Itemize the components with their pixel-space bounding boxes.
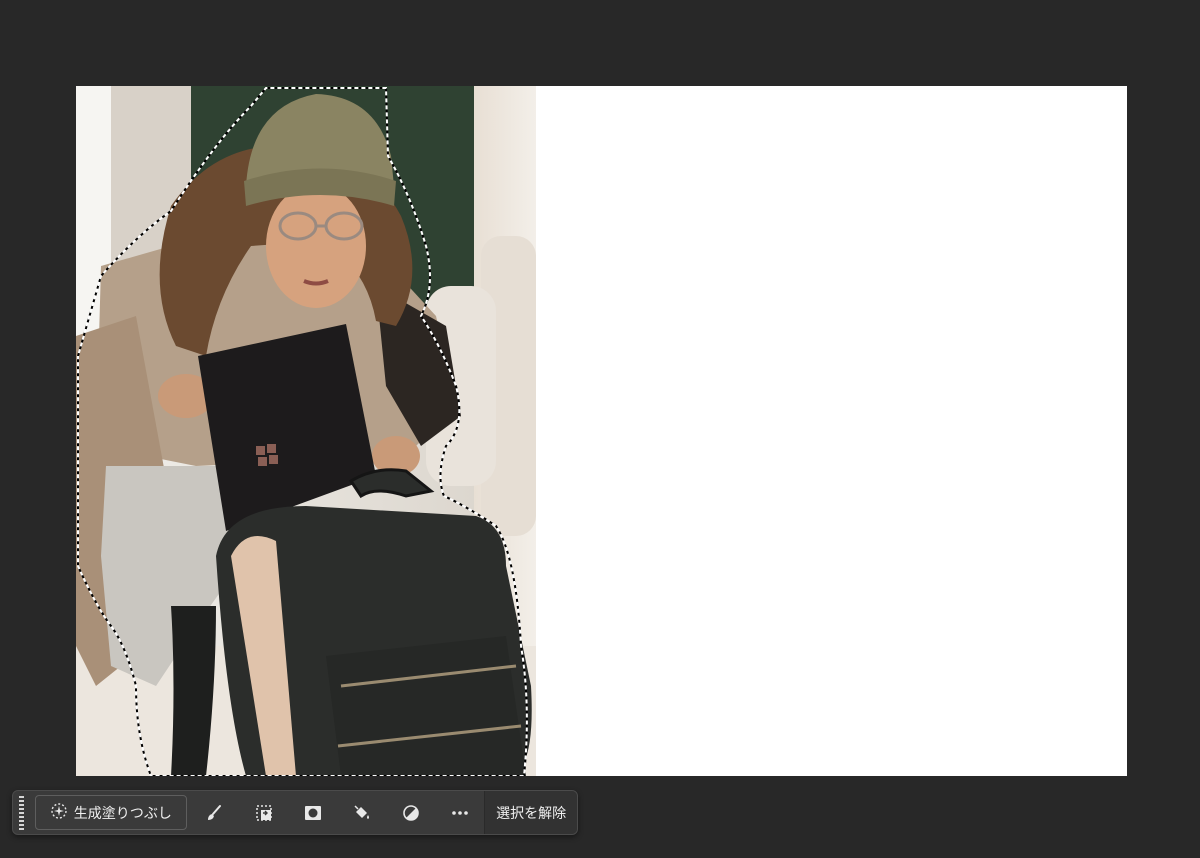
- drag-handle[interactable]: [13, 791, 31, 834]
- contextual-task-bar: 生成塗りつぶし 選択を解除: [12, 790, 578, 835]
- more-options-button[interactable]: [435, 795, 484, 830]
- create-mask-button[interactable]: [289, 795, 338, 830]
- more-options-icon: [450, 803, 470, 823]
- deselect-button[interactable]: 選択を解除: [484, 791, 577, 834]
- fill-selection-icon: [352, 803, 372, 823]
- create-mask-icon: [303, 803, 323, 823]
- photo-layer[interactable]: [76, 86, 536, 776]
- transform-selection-button[interactable]: [240, 795, 289, 830]
- adjustment-layer-icon: [401, 803, 421, 823]
- transform-selection-icon: [254, 803, 274, 823]
- workspace: 生成塗りつぶし 選択を解除: [0, 0, 1200, 858]
- generative-fill-button[interactable]: 生成塗りつぶし: [34, 795, 187, 830]
- fill-selection-button[interactable]: [337, 795, 386, 830]
- photo-image: [76, 86, 536, 776]
- brush-modify-selection-icon: [205, 803, 225, 823]
- generative-fill-icon: [50, 802, 68, 824]
- document-canvas[interactable]: [76, 86, 1127, 776]
- adjustment-layer-button[interactable]: [386, 795, 435, 830]
- grip-icon: [19, 795, 25, 830]
- generative-fill-label: 生成塗りつぶし: [73, 805, 172, 822]
- modify-selection-button[interactable]: [191, 795, 240, 830]
